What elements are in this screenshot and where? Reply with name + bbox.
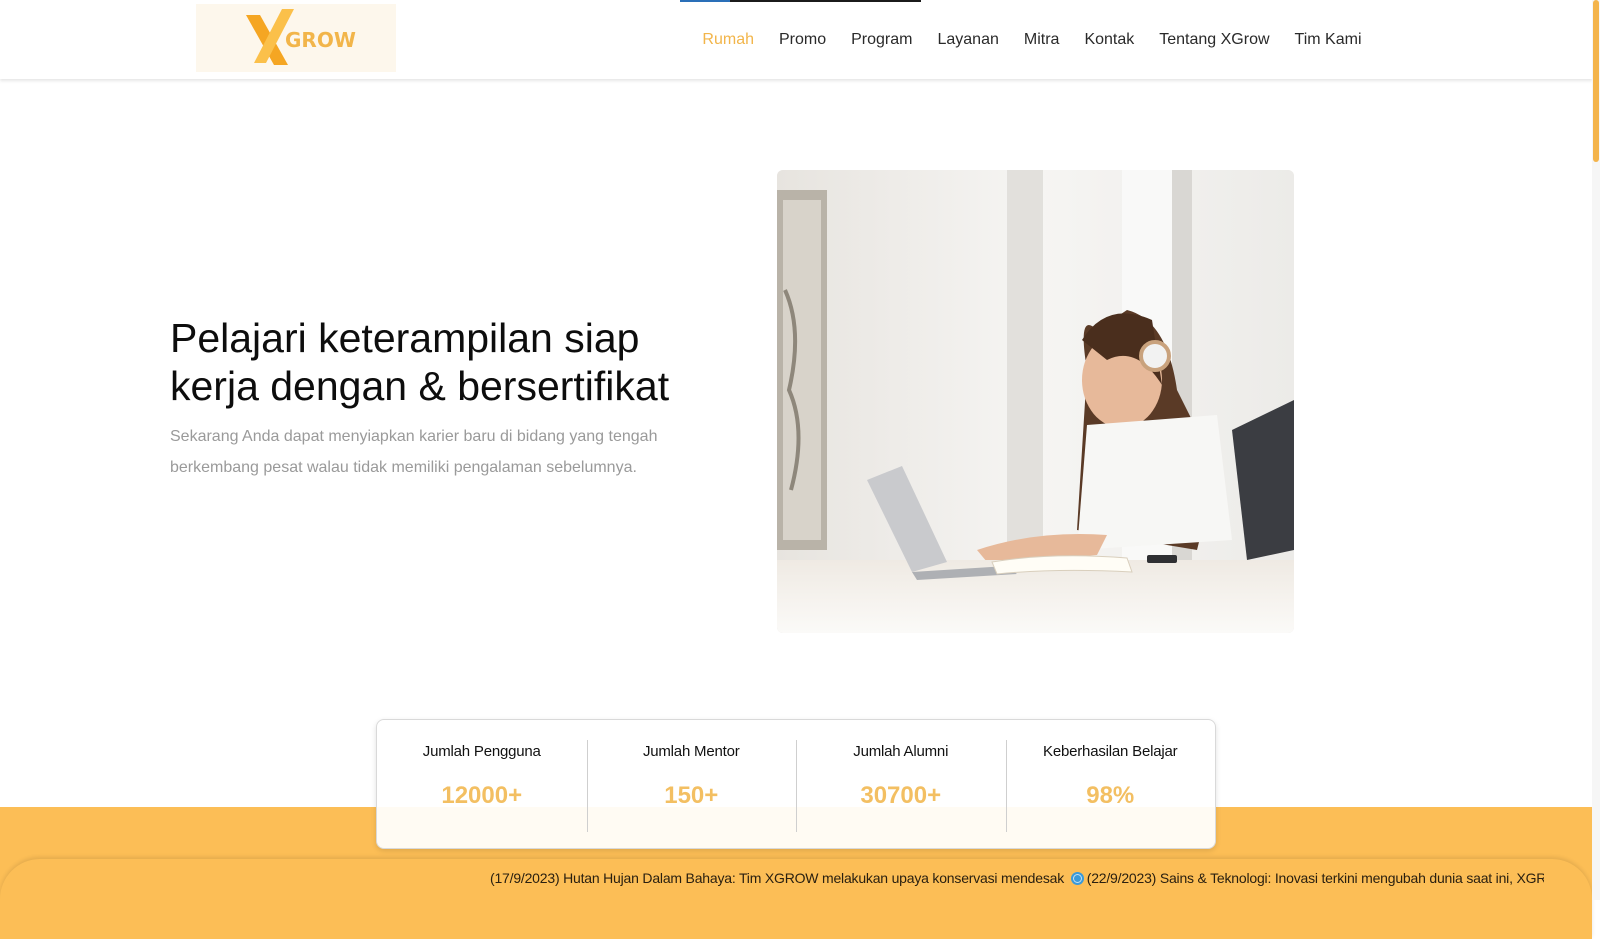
nav-item-mitra[interactable]: Mitra xyxy=(1011,28,1072,52)
stats-card: Jumlah Pengguna 12000+ Jumlah Mentor 150… xyxy=(376,719,1216,849)
ticker-item[interactable]: (17/9/2023) Hutan Hujan Dalam Bahaya: Ti… xyxy=(490,870,1064,886)
nav-item-promo[interactable]: Promo xyxy=(767,28,839,52)
nav-item-kontak[interactable]: Kontak xyxy=(1072,28,1147,52)
scroll-progress-bar xyxy=(680,0,921,2)
stat-label: Jumlah Alumni xyxy=(853,743,949,760)
nav-item-tentang-xgrow[interactable]: Tentang XGrow xyxy=(1147,28,1282,52)
stat-value: 30700+ xyxy=(860,782,942,809)
hero-title: Pelajari keterampilan siap kerja dengan … xyxy=(170,315,670,409)
logo-word: GROW xyxy=(285,28,356,52)
main-nav: Rumah Promo Program Layanan Mitra Kontak… xyxy=(690,28,1374,52)
nav-item-tim-kami[interactable]: Tim Kami xyxy=(1282,28,1374,52)
page-scrollbar[interactable] xyxy=(1592,0,1600,900)
site-header: GROW Rumah Promo Program Layanan Mitra K… xyxy=(0,0,1592,79)
news-ticker[interactable]: (17/9/2023) Hutan Hujan Dalam Bahaya: Ti… xyxy=(490,870,1544,886)
hero-image xyxy=(777,170,1294,633)
xgrow-logo[interactable]: GROW xyxy=(196,4,396,72)
nav-item-layanan[interactable]: Layanan xyxy=(925,28,1011,52)
nav-item-rumah[interactable]: Rumah xyxy=(690,28,767,52)
stat-label: Keberhasilan Belajar xyxy=(1043,743,1178,760)
stat-alumni: Jumlah Alumni 30700+ xyxy=(796,720,1006,848)
stat-label: Jumlah Pengguna xyxy=(422,743,541,760)
stat-label: Jumlah Mentor xyxy=(642,743,740,760)
logo-mark-icon: GROW xyxy=(246,9,356,65)
scrollbar-thumb[interactable] xyxy=(1593,0,1599,162)
stat-value: 12000+ xyxy=(441,782,523,809)
stat-success-rate: Keberhasilan Belajar 98% xyxy=(1005,720,1216,848)
hero-subtitle: Sekarang Anda dapat menyiapkan karier ba… xyxy=(170,428,658,476)
stat-mentors: Jumlah Mentor 150+ xyxy=(586,720,797,848)
stat-value: 98% xyxy=(1086,782,1135,809)
globe-icon xyxy=(1070,872,1084,885)
ticker-item[interactable]: (22/9/2023) Sains & Teknologi: Inovasi t… xyxy=(1087,870,1544,886)
stat-users: Jumlah Pengguna 12000+ xyxy=(377,720,587,848)
nav-item-program[interactable]: Program xyxy=(839,28,925,52)
stat-value: 150+ xyxy=(664,782,719,809)
